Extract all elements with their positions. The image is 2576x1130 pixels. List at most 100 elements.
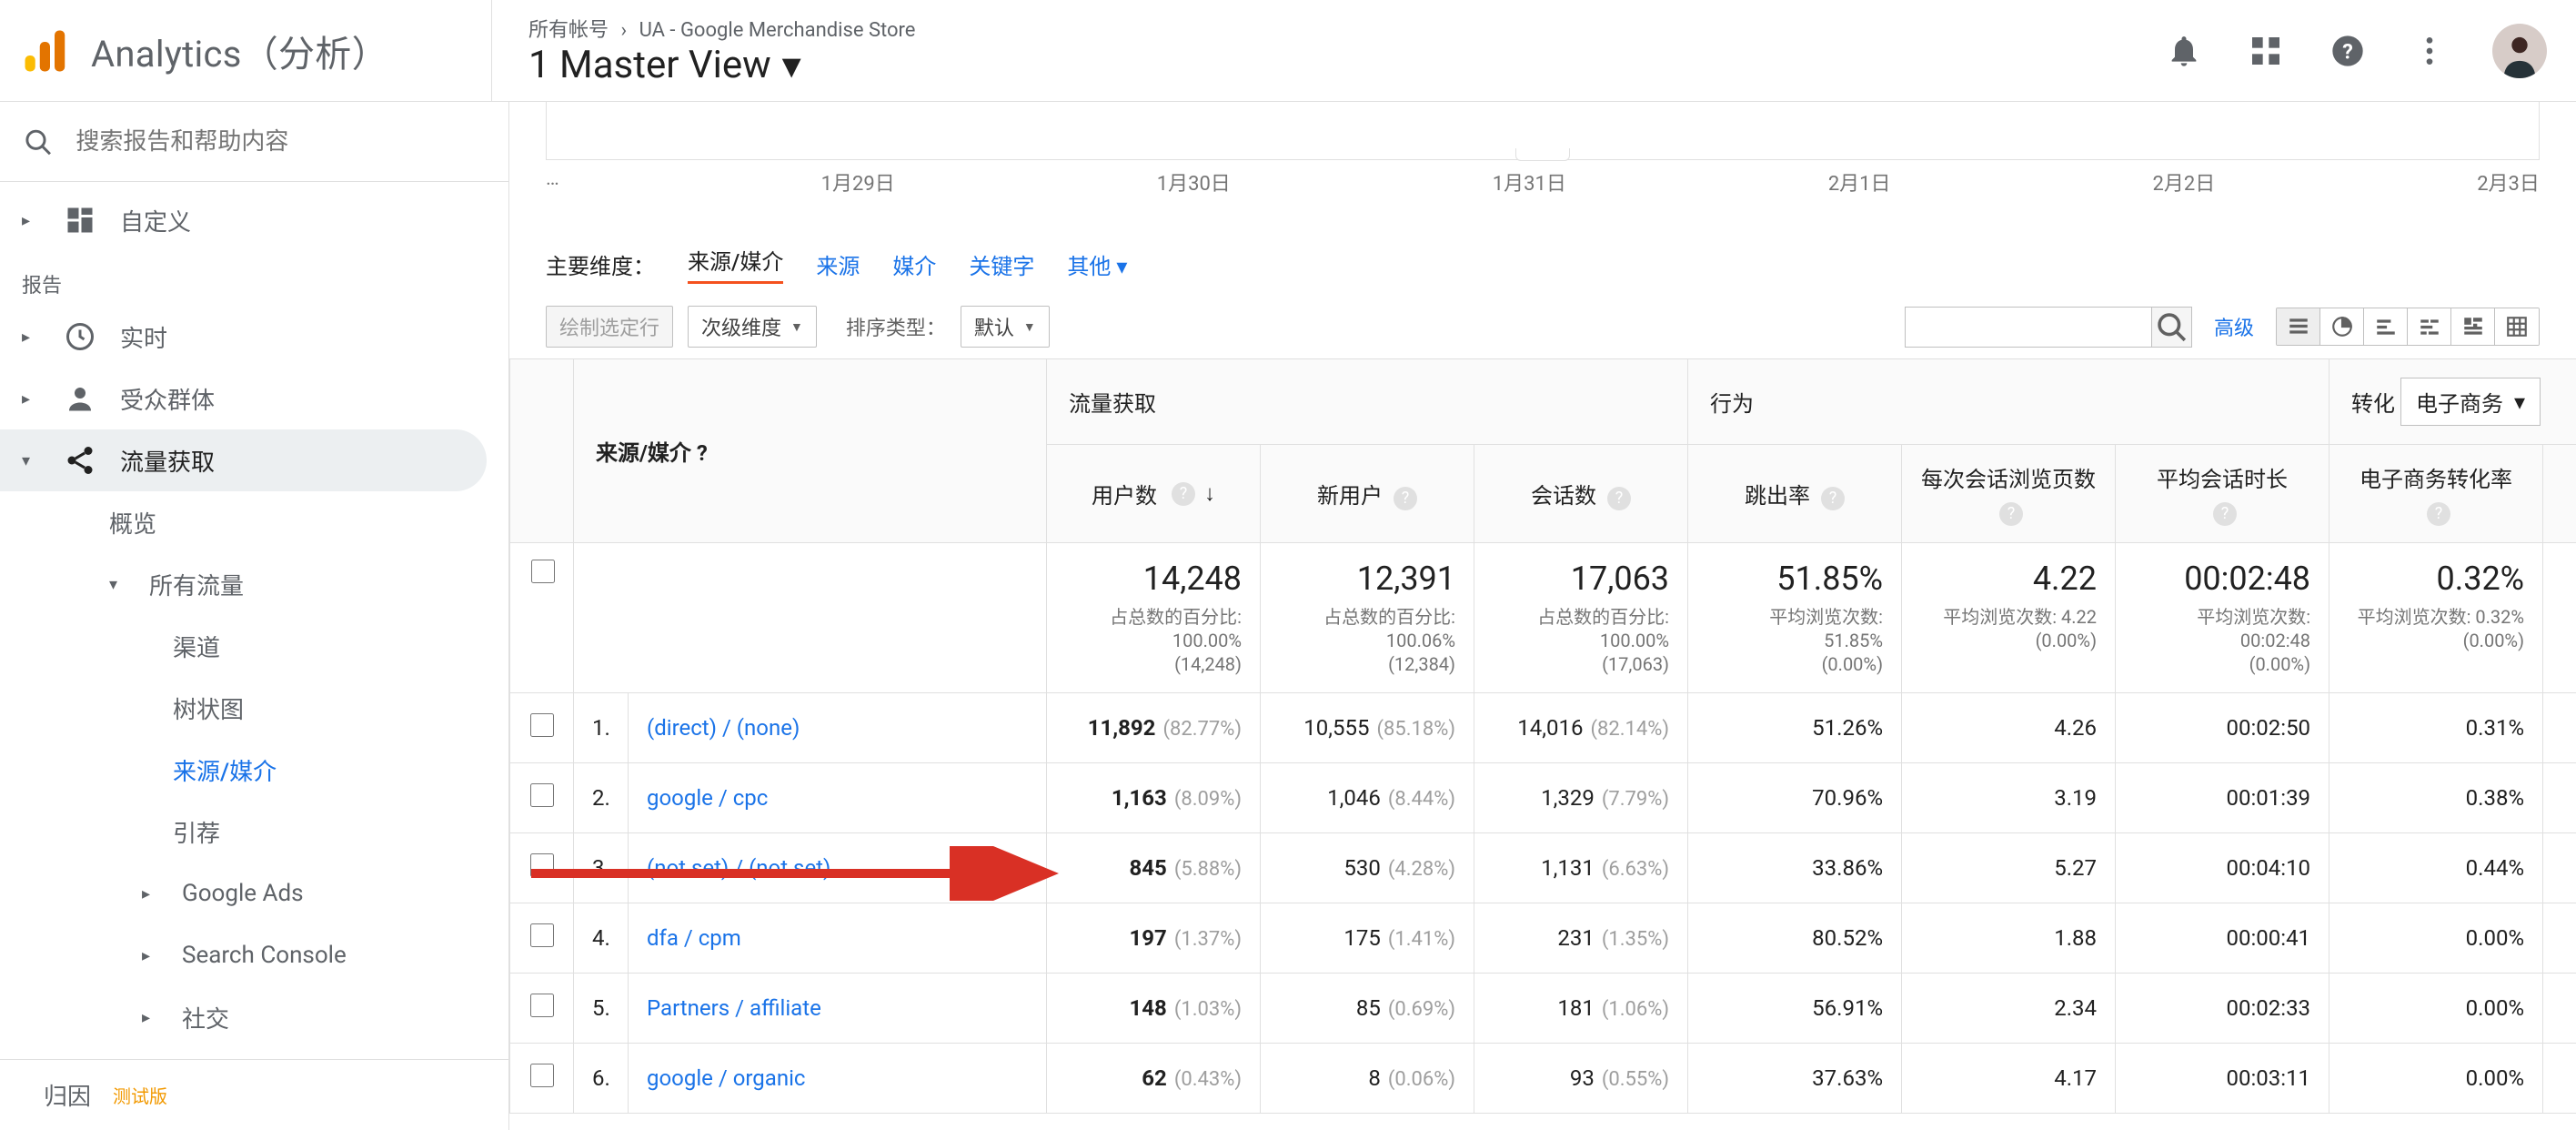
col-ecr[interactable]: 电子商务转化率?	[2329, 445, 2543, 543]
source-link[interactable]: google / cpc	[647, 785, 768, 811]
source-medium-header[interactable]: 来源/媒介 ?	[574, 359, 1047, 543]
account-selector[interactable]: 所有帐号 › UA - Google Merchandise Store 1 M…	[491, 0, 915, 101]
row-index: 1.	[574, 693, 629, 763]
person-icon	[62, 382, 98, 415]
svg-text:?: ?	[2342, 38, 2353, 64]
header: Analytics（分析） 所有帐号 › UA - Google Merchan…	[0, 0, 2576, 102]
caret-down-icon: ▾	[1116, 254, 1127, 279]
nav-realtime[interactable]: ▸实时	[0, 306, 508, 368]
share-icon	[62, 444, 98, 477]
nav-social[interactable]: ▸社交	[0, 986, 508, 1048]
source-link[interactable]: google / organic	[647, 1065, 805, 1091]
plot-rows-button[interactable]: 绘制选定行	[546, 306, 673, 348]
view-data-icon[interactable]	[2277, 308, 2320, 345]
nav-source-medium[interactable]: 来源/媒介	[0, 739, 508, 801]
row-checkbox[interactable]	[530, 853, 554, 877]
table-row: 6.google / organic62(0.43%)8(0.06%)93(0.…	[510, 1044, 2576, 1114]
help-icon[interactable]: ?	[1821, 487, 1845, 510]
nav-google-ads[interactable]: ▸Google Ads	[0, 863, 508, 924]
dim-source[interactable]: 来源	[816, 248, 860, 280]
row-index: 6.	[574, 1044, 629, 1114]
breadcrumb-property: UA - Google Merchandise Store	[639, 19, 916, 42]
col-duration[interactable]: 平均会话时长?	[2116, 445, 2329, 543]
secondary-dimension-select[interactable]: 次级维度▼	[688, 306, 817, 348]
nav-acquisition[interactable]: ▾流量获取	[0, 429, 487, 491]
view-performance-icon[interactable]	[2364, 308, 2408, 345]
notifications-icon[interactable]	[2165, 32, 2203, 70]
nav-channels[interactable]: 渠道	[0, 615, 508, 677]
table-search-button[interactable]	[2151, 308, 2191, 347]
nav-all-traffic[interactable]: ▾所有流量	[0, 553, 508, 615]
nav-audience[interactable]: ▸受众群体	[0, 368, 508, 429]
help-icon[interactable]: ?	[2213, 502, 2237, 526]
table-search-input[interactable]	[1906, 308, 2151, 347]
select-all-header	[510, 359, 574, 543]
table-row: 1.(direct) / (none)11,892(82.77%)10,555(…	[510, 693, 2576, 763]
col-users[interactable]: 用户数?↓	[1047, 445, 1261, 543]
chart-drag-handle[interactable]	[1515, 148, 1570, 161]
view-name[interactable]: 1 Master View ▾	[528, 43, 915, 88]
search-row	[0, 102, 508, 182]
row-checkbox[interactable]	[530, 994, 554, 1017]
row-checkbox[interactable]	[530, 713, 554, 737]
nav-treemap[interactable]: 树状图	[0, 677, 508, 739]
source-link[interactable]: (not set) / (not set)	[647, 855, 830, 881]
search-input[interactable]	[75, 127, 487, 156]
chart-strip	[546, 102, 2540, 160]
nav-search-console[interactable]: ▸Search Console	[0, 924, 508, 986]
row-source: google / cpc	[629, 763, 1047, 833]
table-row: 2.google / cpc1,163(8.09%)1,046(8.44%)1,…	[510, 763, 2576, 833]
dim-source-medium[interactable]: 来源/媒介	[688, 244, 783, 284]
row-checkbox[interactable]	[530, 783, 554, 807]
source-link[interactable]: dfa / cpm	[647, 925, 741, 951]
dim-keyword[interactable]: 关键字	[969, 248, 1034, 280]
view-pivot-icon[interactable]	[2495, 308, 2539, 345]
row-source: Partners / affiliate	[629, 974, 1047, 1044]
row-index: 5.	[574, 974, 629, 1044]
table-row: 3.(not set) / (not set)845(5.88%)530(4.2…	[510, 833, 2576, 903]
view-percentage-icon[interactable]	[2320, 308, 2364, 345]
source-link[interactable]: Partners / affiliate	[647, 995, 821, 1021]
sort-type-select[interactable]: 默认▼	[961, 306, 1050, 348]
dim-medium[interactable]: 媒介	[892, 248, 936, 280]
clock-icon	[62, 320, 98, 353]
avatar[interactable]	[2492, 24, 2547, 78]
search-icon	[22, 124, 54, 160]
apps-icon[interactable]	[2247, 32, 2285, 70]
nav-overview[interactable]: 概览	[0, 491, 508, 553]
view-comparison-icon[interactable]	[2408, 308, 2451, 345]
dim-other[interactable]: 其他 ▾	[1067, 248, 1127, 280]
primary-dimension-row: 主要维度： 来源/媒介 来源 媒介 关键字 其他 ▾	[509, 204, 2576, 306]
more-icon[interactable]	[2410, 32, 2449, 70]
help-icon[interactable]: ?	[1999, 502, 2023, 526]
view-term-cloud-icon[interactable]	[2451, 308, 2495, 345]
sort-desc-icon: ↓	[1204, 480, 1215, 507]
nav-referrals[interactable]: 引荐	[0, 801, 508, 863]
nav-attribution[interactable]: 归因 测试版	[0, 1059, 508, 1130]
group-conversion: 转化 电子商务 ▾	[2329, 359, 2576, 445]
help-icon[interactable]: ?	[697, 440, 708, 466]
row-checkbox[interactable]	[530, 1064, 554, 1087]
conversion-select[interactable]: 电子商务 ▾	[2400, 378, 2541, 426]
logo-brand[interactable]: Analytics（分析）	[18, 24, 491, 78]
help-icon[interactable]: ?	[1607, 487, 1631, 510]
nav-custom[interactable]: ▸自定义	[0, 189, 508, 251]
source-link[interactable]: (direct) / (none)	[647, 715, 800, 741]
select-all-checkbox[interactable]	[531, 560, 555, 583]
col-bounce[interactable]: 跳出率 ?	[1688, 445, 1902, 543]
help-icon[interactable]: ?	[1172, 482, 1195, 506]
table-row: 5.Partners / affiliate148(1.03%)85(0.69%…	[510, 974, 2576, 1044]
col-trans[interactable]: 交易次数?	[2543, 445, 2576, 543]
advanced-link[interactable]: 高级	[2214, 312, 2254, 341]
col-pages[interactable]: 每次会话浏览页数?	[1902, 445, 2116, 543]
help-icon[interactable]: ?	[2427, 502, 2450, 526]
header-actions: ?	[2165, 24, 2547, 78]
col-new-users[interactable]: 新用户 ?	[1261, 445, 1474, 543]
breadcrumb-accounts[interactable]: 所有帐号	[528, 19, 609, 42]
col-sessions[interactable]: 会话数 ?	[1474, 445, 1688, 543]
help-icon[interactable]: ?	[1394, 487, 1417, 510]
row-index: 2.	[574, 763, 629, 833]
row-source: google / organic	[629, 1044, 1047, 1114]
row-checkbox[interactable]	[530, 923, 554, 947]
help-icon[interactable]: ?	[2329, 32, 2367, 70]
